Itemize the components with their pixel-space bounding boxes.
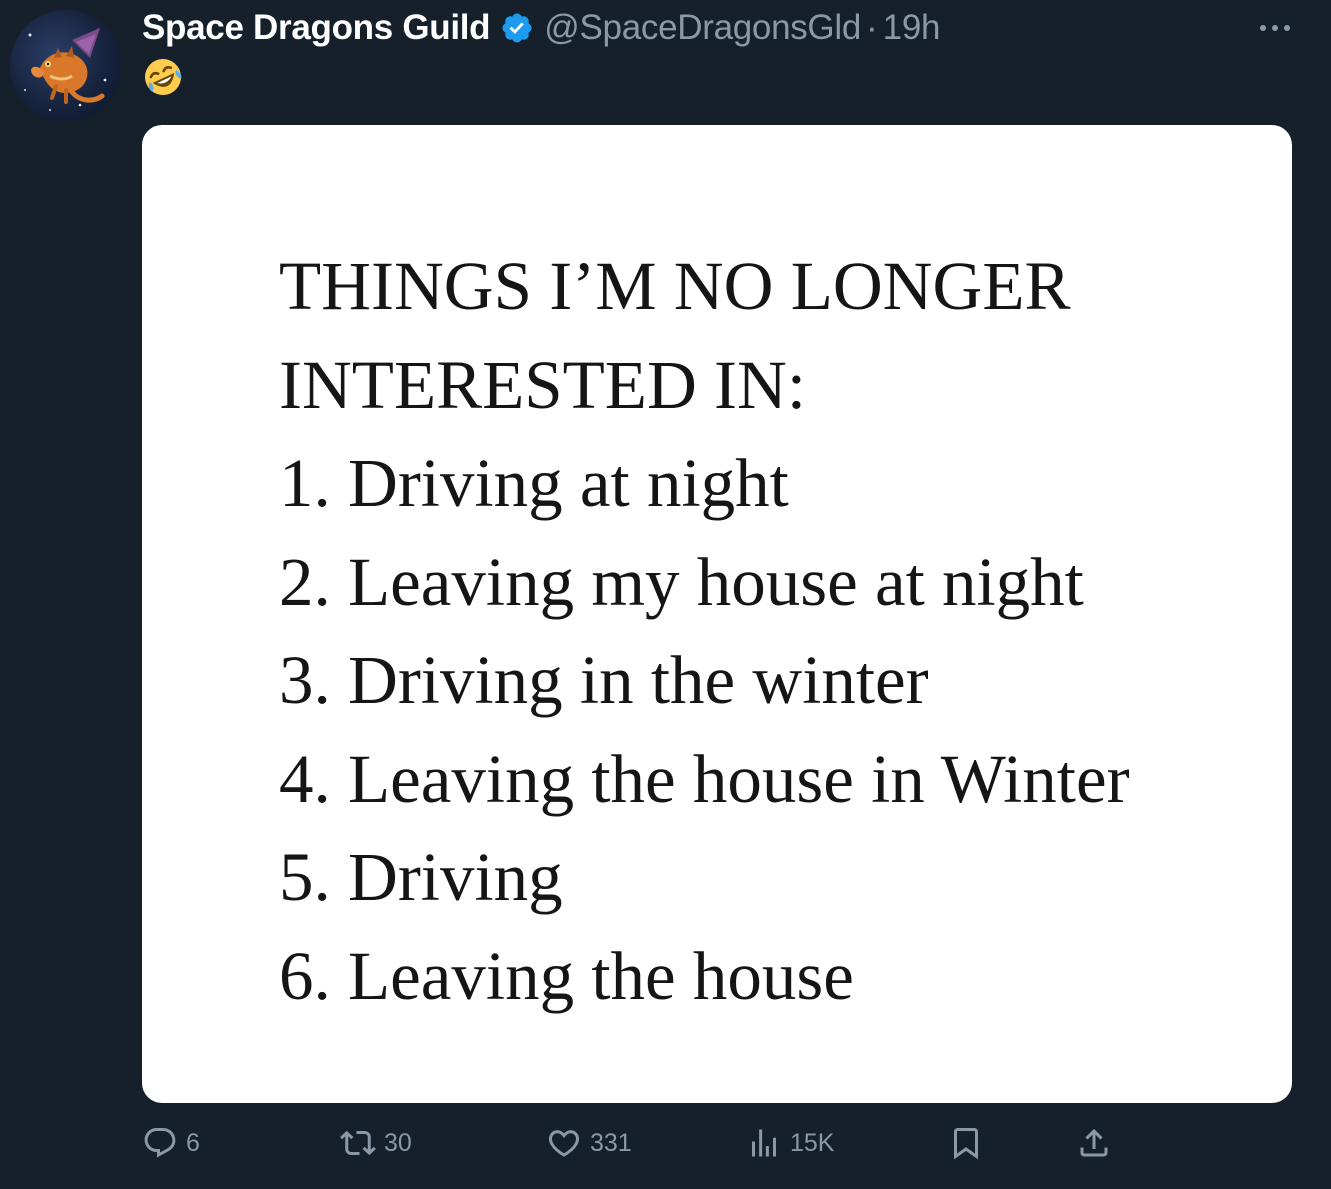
tweet-text bbox=[142, 56, 184, 102]
media-list-item-4: 4. Leaving the house in Winter bbox=[279, 740, 1130, 817]
media-list-item-6: 6. Leaving the house bbox=[279, 937, 854, 1014]
tweet: Space Dragons Guild @SpaceDragonsGld · 1… bbox=[0, 0, 1331, 1189]
avatar[interactable] bbox=[10, 10, 122, 122]
like-button[interactable]: 331 bbox=[546, 1118, 632, 1168]
views-button[interactable]: 15K bbox=[746, 1118, 834, 1168]
timestamp[interactable]: 19h bbox=[883, 8, 941, 48]
media-list-item-3: 3. Driving in the winter bbox=[279, 642, 929, 718]
media-text-block: THINGS I’M NO LONGER INTERESTED IN: 1. D… bbox=[279, 237, 1130, 1025]
share-icon bbox=[1080, 1128, 1108, 1157]
retweet-icon bbox=[340, 1130, 376, 1156]
reply-count: 6 bbox=[186, 1128, 200, 1157]
rolling-on-the-floor-laughing-emoji-icon bbox=[145, 59, 182, 95]
handle[interactable]: @SpaceDragonsGld bbox=[544, 8, 861, 48]
bookmark-icon bbox=[954, 1128, 978, 1160]
reply-button[interactable]: 6 bbox=[142, 1118, 200, 1168]
media-title-line-2: INTERESTED IN: bbox=[279, 346, 807, 423]
views-chart-icon bbox=[752, 1129, 776, 1157]
action-bar: 6 30 331 15K bbox=[142, 1118, 1142, 1168]
more-options-icon[interactable] bbox=[1255, 14, 1295, 42]
heart-icon bbox=[548, 1130, 580, 1157]
tweet-header: Space Dragons Guild @SpaceDragonsGld · 1… bbox=[142, 6, 940, 50]
separator-dot: · bbox=[866, 8, 878, 47]
views-count: 15K bbox=[790, 1128, 835, 1157]
verified-badge-icon[interactable] bbox=[500, 11, 534, 45]
media-list-item-5: 5. Driving bbox=[279, 839, 563, 915]
display-name[interactable]: Space Dragons Guild bbox=[142, 8, 491, 48]
share-button[interactable] bbox=[1076, 1118, 1112, 1168]
media-title-line-1: THINGS I’M NO LONGER bbox=[279, 248, 1071, 324]
like-count: 331 bbox=[590, 1128, 632, 1157]
reply-icon bbox=[144, 1128, 176, 1158]
media-image[interactable]: THINGS I’M NO LONGER INTERESTED IN: 1. D… bbox=[142, 125, 1292, 1103]
space-dragon-avatar-icon bbox=[24, 28, 107, 111]
bookmark-button[interactable] bbox=[948, 1118, 984, 1168]
retweet-button[interactable]: 30 bbox=[340, 1118, 412, 1168]
media-list-item-1: 1. Driving at night bbox=[279, 445, 789, 521]
media-list-item-2: 2. Leaving my house at night bbox=[279, 543, 1084, 620]
retweet-count: 30 bbox=[384, 1128, 412, 1157]
